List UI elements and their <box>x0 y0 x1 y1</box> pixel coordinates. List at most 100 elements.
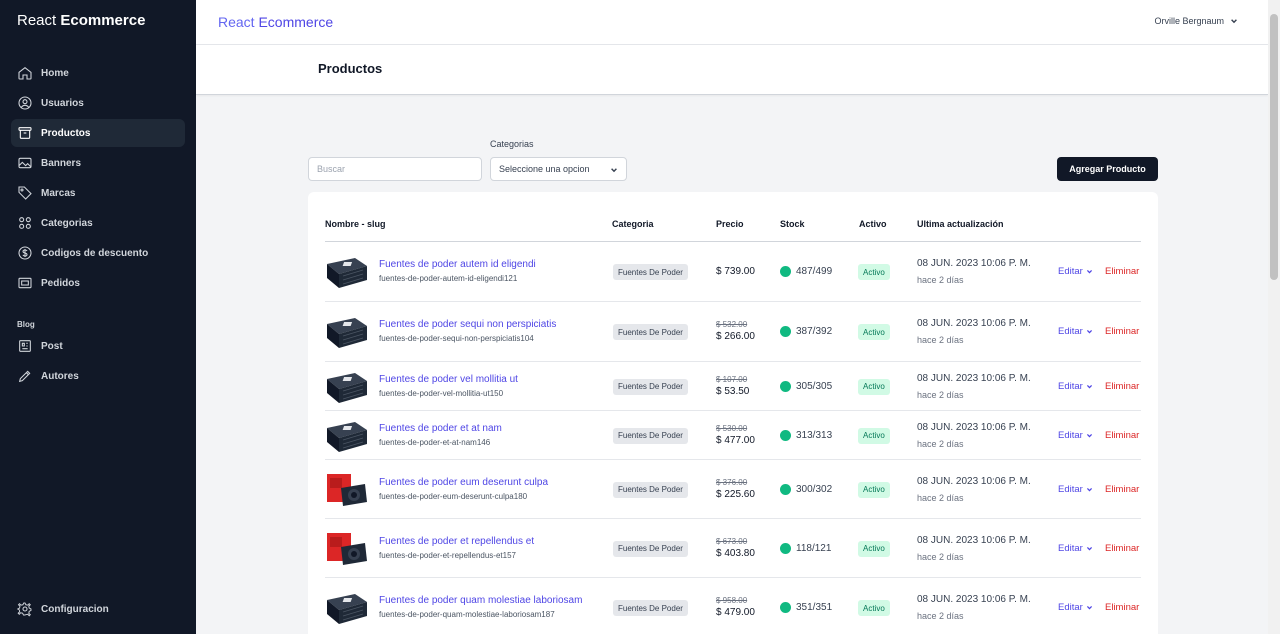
col-header-updated[interactable]: Ultima actualización <box>917 219 1004 229</box>
sidebar-item-home[interactable]: Home <box>11 59 185 87</box>
edit-button[interactable]: Editar <box>1058 326 1093 337</box>
delete-button[interactable]: Eliminar <box>1105 430 1139 441</box>
category-badge: Fuentes De Poder <box>613 481 688 498</box>
user-name: Orville Bergnaum <box>1154 16 1224 26</box>
price: $ 477.00 <box>716 434 755 446</box>
sidebar-item-label: Autores <box>41 370 79 382</box>
col-header-category[interactable]: Categoria <box>612 219 654 229</box>
table-row: Fuentes de poder vel mollitia ut fuentes-… <box>325 362 1141 411</box>
delete-button[interactable]: Eliminar <box>1105 543 1139 554</box>
edit-button[interactable]: Editar <box>1058 484 1093 495</box>
product-name-link[interactable]: Fuentes de poder eum deserunt culpa <box>379 477 548 488</box>
updated-relative: hace 2 días <box>917 611 964 621</box>
sidebar-item-categorias[interactable]: Categorias <box>11 209 185 237</box>
squares-icon <box>17 215 33 231</box>
edit-button[interactable]: Editar <box>1058 543 1093 554</box>
page-scrollbar[interactable] <box>1268 0 1280 634</box>
sidebar-brand[interactable]: React Ecommerce <box>17 12 145 29</box>
price: $ 266.00 <box>716 331 755 342</box>
delete-button[interactable]: Eliminar <box>1105 484 1139 495</box>
updated-relative: hace 2 días <box>917 551 964 562</box>
col-header-stock[interactable]: Stock <box>780 219 805 229</box>
product-image[interactable] <box>325 531 369 567</box>
home-icon <box>17 65 33 81</box>
chevron-down-icon <box>1086 330 1092 334</box>
delete-button[interactable]: Eliminar <box>1105 266 1139 277</box>
edit-button[interactable]: Editar <box>1058 430 1093 441</box>
old-price: $ 530.00 <box>716 423 748 433</box>
chevron-down-icon <box>1086 487 1092 491</box>
sidebar-item-codigos-de-descuento[interactable]: Codigos de descuento <box>11 239 185 267</box>
product-image[interactable] <box>325 314 369 350</box>
product-name-link[interactable]: Fuentes de poder sequi non perspiciatis <box>379 319 556 330</box>
stock: 300/302 <box>780 483 832 495</box>
photo-icon <box>17 155 33 171</box>
scrollbar-thumb[interactable] <box>1270 14 1278 280</box>
stock-status-dot <box>780 266 791 277</box>
page-title: Productos <box>318 61 383 76</box>
delete-button[interactable]: Eliminar <box>1105 326 1139 337</box>
stock-value: 351/351 <box>796 602 833 613</box>
sidebar-nav-blog: Post Autores <box>11 332 185 392</box>
updated-relative: hace 2 días <box>917 492 964 503</box>
delete-button[interactable]: Eliminar <box>1105 381 1139 392</box>
updated-date: 08 JUN. 2023 10:06 P. M. <box>917 594 1031 605</box>
edit-label: Editar <box>1058 602 1083 613</box>
category-badge: Fuentes De Poder <box>613 378 688 395</box>
sidebar-item-marcas[interactable]: Marcas <box>11 179 185 207</box>
product-image[interactable] <box>325 369 369 405</box>
stock-value: 387/392 <box>796 326 833 337</box>
status-badge: Activo <box>858 540 890 557</box>
product-name-link[interactable]: Fuentes de poder quam molestiae laborios… <box>379 595 582 606</box>
col-header-price[interactable]: Precio <box>716 219 744 229</box>
archive-box-icon <box>17 125 33 141</box>
stock-status-dot <box>780 483 791 495</box>
sidebar-item-post[interactable]: Post <box>11 332 185 360</box>
edit-label: Editar <box>1058 483 1083 495</box>
old-price: $ 107.00 <box>716 374 748 384</box>
sidebar-item-label: Usuarios <box>41 97 84 109</box>
product-name-link[interactable]: Fuentes de poder autem id eligendi <box>379 259 536 270</box>
product-image[interactable] <box>325 418 369 454</box>
updated-date: 08 JUN. 2023 10:06 P. M. <box>917 258 1031 269</box>
sidebar-item-pedidos[interactable]: Pedidos <box>11 269 185 297</box>
delete-button[interactable]: Eliminar <box>1105 602 1139 613</box>
table-row: Fuentes de poder et at nam fuentes-de-pod… <box>325 411 1141 460</box>
category-select[interactable]: Seleccione una opcion <box>490 157 627 181</box>
price: $ 479.00 <box>716 607 755 618</box>
col-header-active[interactable]: Activo <box>859 219 887 229</box>
chevron-down-icon <box>1086 384 1092 388</box>
product-name-link[interactable]: Fuentes de poder vel mollitia ut <box>379 374 518 385</box>
product-name-link[interactable]: Fuentes de poder et repellendus et <box>379 536 534 547</box>
product-image[interactable] <box>325 472 369 508</box>
topbar-brand-bold: Ecommerce <box>258 14 334 30</box>
sidebar-item-configuracion[interactable]: Configuracion <box>11 595 185 623</box>
product-image[interactable] <box>325 590 369 626</box>
sidebar-config: Configuracion <box>11 595 185 625</box>
chevron-down-icon <box>1086 546 1092 550</box>
edit-button[interactable]: Editar <box>1058 266 1093 277</box>
sidebar-item-label: Home <box>41 67 69 79</box>
product-slug: fuentes-de-poder-sequi-non-perspiciatis1… <box>379 334 534 343</box>
table-row: Fuentes de poder et repellendus et fuente… <box>325 519 1141 578</box>
search-input[interactable] <box>308 157 482 181</box>
sidebar-item-label: Marcas <box>41 187 76 199</box>
stock-value: 305/305 <box>796 380 833 392</box>
add-product-button[interactable]: Agregar Producto <box>1057 157 1158 181</box>
sidebar-item-autores[interactable]: Autores <box>11 362 185 390</box>
edit-button[interactable]: Editar <box>1058 602 1093 613</box>
product-image[interactable] <box>325 254 369 290</box>
sidebar-item-usuarios[interactable]: Usuarios <box>11 89 185 117</box>
sidebar-item-productos[interactable]: Productos <box>11 119 185 147</box>
user-menu[interactable]: Orville Bergnaum <box>1154 16 1238 26</box>
sidebar-item-banners[interactable]: Banners <box>11 149 185 177</box>
updated-relative: hace 2 días <box>917 438 964 449</box>
topbar-brand[interactable]: React Ecommerce <box>218 14 333 30</box>
category-badge: Fuentes De Poder <box>613 427 688 444</box>
col-header-name[interactable]: Nombre - slug <box>325 219 386 229</box>
edit-button[interactable]: Editar <box>1058 381 1093 392</box>
stock-value: 118/121 <box>796 542 832 554</box>
edit-label: Editar <box>1058 326 1083 337</box>
product-name-link[interactable]: Fuentes de poder et at nam <box>379 423 502 434</box>
category-badge: Fuentes De Poder <box>613 324 688 340</box>
